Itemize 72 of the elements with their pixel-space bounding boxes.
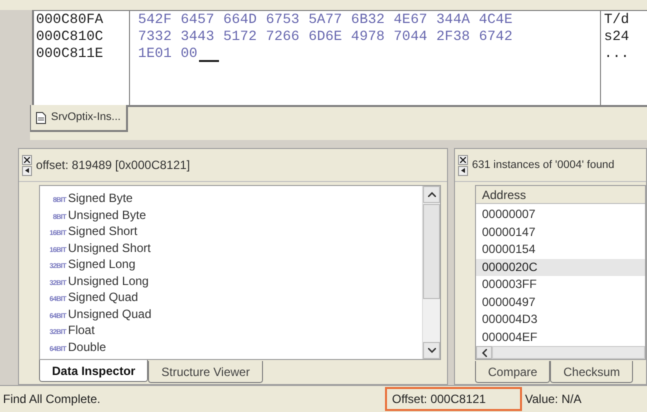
arrow-left-icon [461, 168, 465, 173]
type-label[interactable]: Double [68, 338, 106, 356]
result-row[interactable]: 00000007 [476, 206, 645, 224]
hex-byte[interactable]: 4C4E [478, 12, 512, 29]
close-button[interactable] [22, 154, 32, 164]
chevron-down-icon [428, 348, 436, 353]
close-button[interactable] [458, 154, 468, 164]
scroll-thumb[interactable] [423, 204, 440, 299]
row-address: 000C80FA [36, 12, 104, 29]
chevron-left-icon [482, 348, 486, 356]
chevron-up-icon [428, 192, 436, 197]
hex-byte[interactable]: 6742 [478, 29, 512, 46]
scroll-down-button[interactable] [423, 342, 440, 359]
result-row[interactable]: 00000497 [476, 294, 645, 311]
offset-label: offset: 819489 [0x000C8121] [36, 157, 190, 174]
ascii-text: s24 [604, 29, 630, 46]
value-status: Value: N/A [524, 391, 582, 408]
hex-byte[interactable]: 6753 [266, 12, 300, 29]
result-row[interactable]: 000003FF [476, 276, 645, 294]
result-row[interactable]: 000004EF [476, 328, 645, 346]
document-icon [36, 112, 46, 124]
type-label[interactable]: Signed Quad [68, 288, 138, 306]
pin-button[interactable] [458, 166, 468, 176]
panel-tab[interactable]: Checksum [550, 361, 634, 383]
type-label[interactable]: Float [68, 321, 95, 339]
hex-byte[interactable]: 344A [436, 12, 470, 29]
row-address: 000C811E [36, 46, 104, 63]
hex-byte[interactable]: 4978 [351, 29, 385, 46]
result-row[interactable]: 000004D3 [476, 311, 645, 328]
document-tab[interactable]: SrvOptix-Ins... [30, 105, 128, 132]
ascii-text: T/d [604, 12, 630, 29]
type-label[interactable]: Unsigned Short [68, 238, 151, 256]
type-label[interactable]: Signed Short [68, 222, 138, 240]
hex-byte[interactable]: 3443 [180, 29, 214, 46]
type-label[interactable]: Signed Long [68, 255, 136, 273]
hex-byte[interactable]: 5A77 [308, 12, 342, 29]
hex-byte[interactable]: 00 [180, 46, 198, 63]
results-count-label: 631 instances of '0004' found [472, 158, 614, 173]
panel-tab[interactable]: Structure Viewer [148, 361, 263, 383]
result-row[interactable]: 00000154 [476, 241, 645, 258]
type-label[interactable]: Signed Byte [68, 189, 133, 207]
scroll-left-button[interactable] [476, 346, 492, 359]
hex-byte[interactable]: 6D6E [308, 29, 342, 46]
type-label[interactable]: Unsigned Byte [68, 206, 146, 224]
status-message: Find All Complete. [2, 391, 102, 408]
scroll-up-button[interactable] [423, 186, 440, 203]
hex-byte[interactable]: 1E01 [138, 46, 172, 63]
arrow-left-icon [25, 168, 29, 173]
panel-tab[interactable]: Compare [475, 361, 550, 383]
ascii-text: ... [604, 46, 630, 63]
close-icon [460, 156, 466, 162]
type-label[interactable]: Unsigned Long [68, 272, 149, 290]
vertical-scrollbar[interactable] [422, 186, 440, 359]
hex-byte[interactable]: 5172 [223, 29, 257, 46]
column-header[interactable]: Address [476, 186, 645, 204]
pin-button[interactable] [22, 166, 32, 176]
hex-byte[interactable]: 4E67 [394, 12, 428, 29]
hex-byte[interactable]: 6457 [180, 12, 214, 29]
hex-byte[interactable]: 6B32 [351, 12, 385, 29]
hex-byte[interactable]: 7266 [266, 29, 300, 46]
type-label[interactable]: Unsigned Quad [68, 304, 152, 322]
hex-byte[interactable]: 664D [223, 12, 257, 29]
hex-byte[interactable]: 542F [138, 12, 172, 29]
hex-byte[interactable]: 7044 [394, 29, 428, 46]
panel-tab[interactable]: Data Inspector [39, 360, 148, 382]
offset-status: Offset: 000C8121 [385, 387, 522, 411]
row-address: 000C810C [36, 29, 104, 46]
hex-byte[interactable]: 7332 [138, 29, 172, 46]
close-icon [24, 156, 30, 162]
hex-byte[interactable]: 2F38 [436, 29, 470, 46]
result-row[interactable]: 00000147 [476, 224, 645, 241]
result-row[interactable]: 0000020C [476, 258, 645, 276]
